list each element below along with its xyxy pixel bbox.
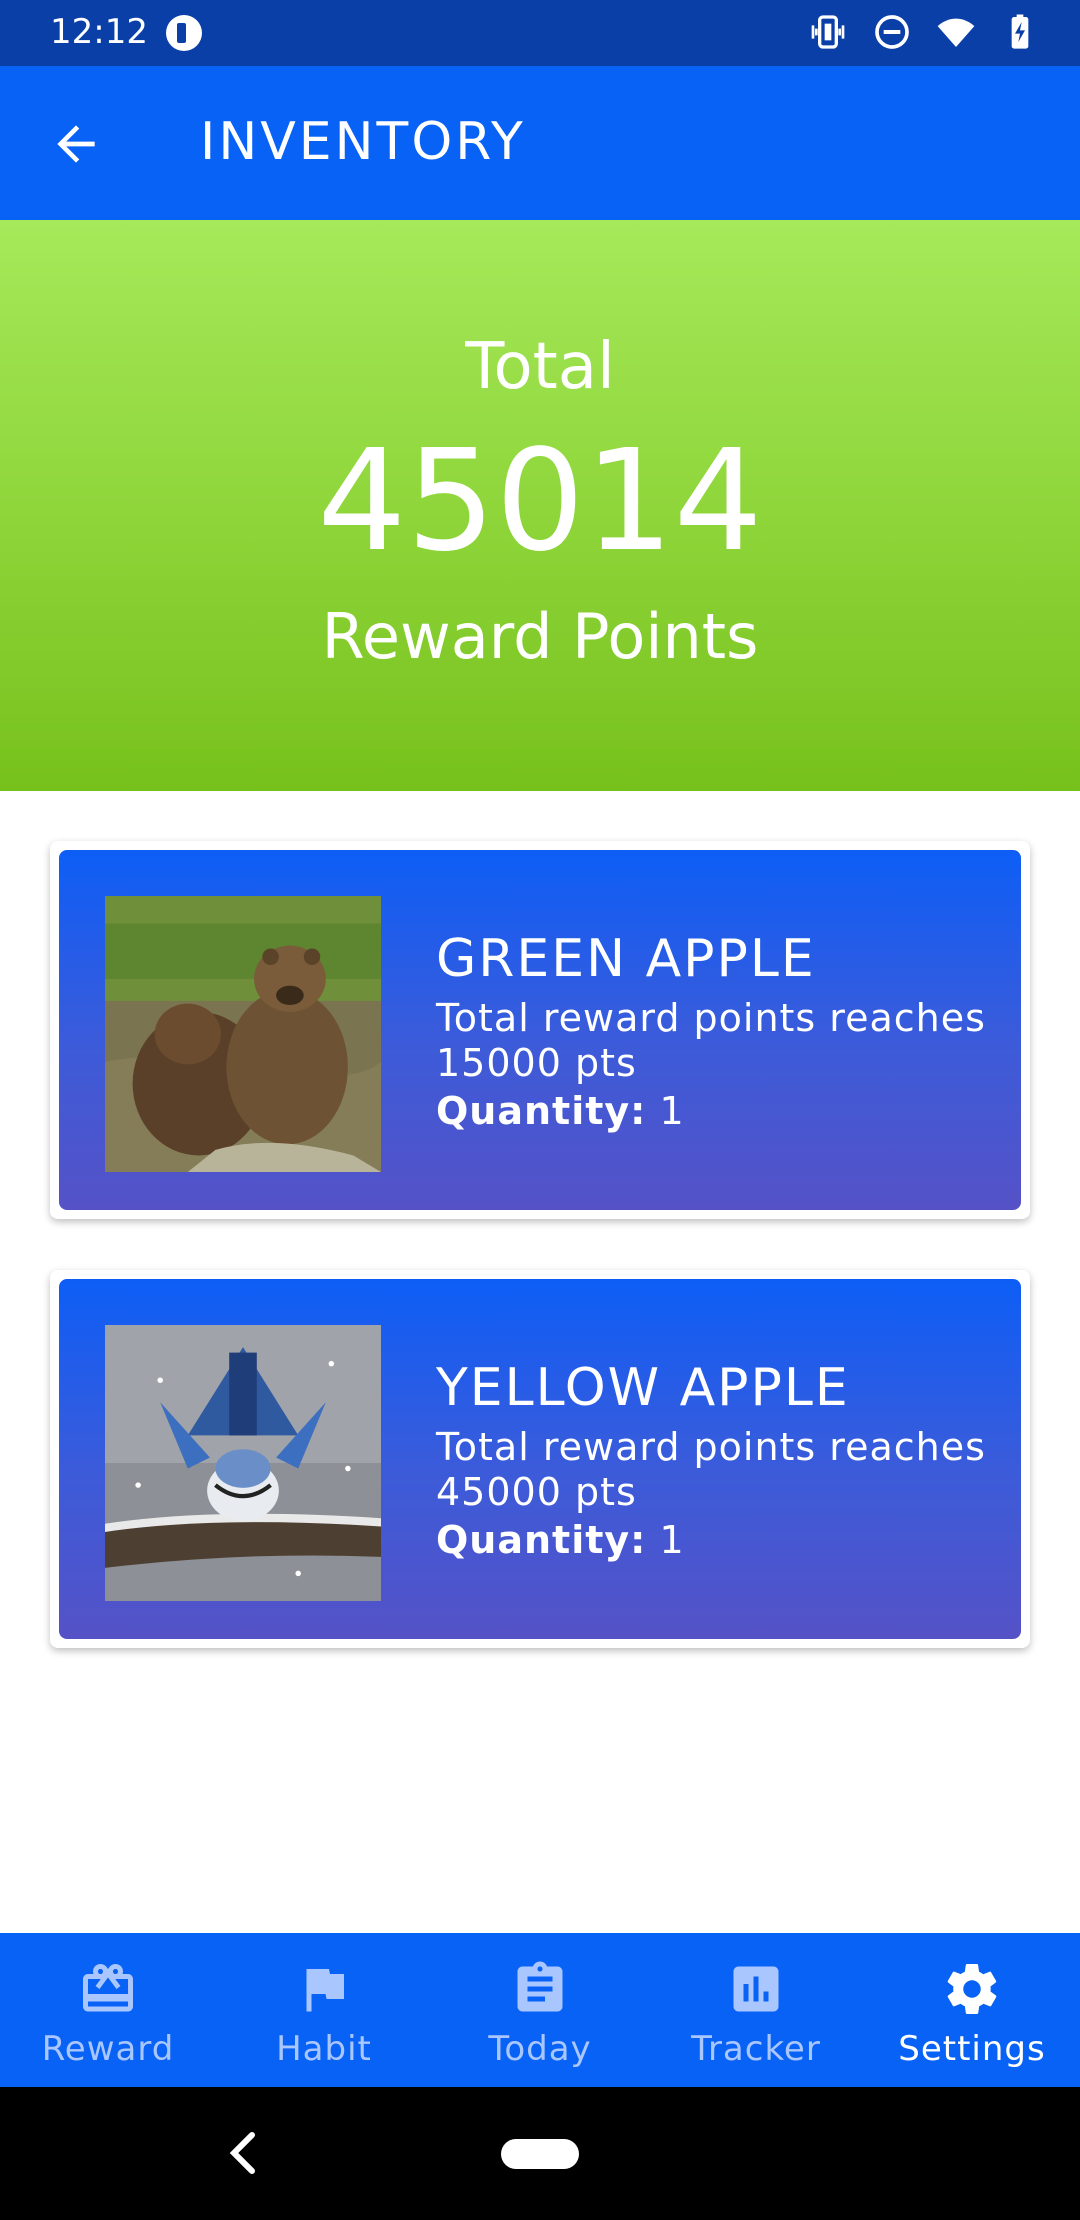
quantity-value: 1 <box>659 1089 685 1133</box>
battery-charging-icon <box>1011 14 1029 49</box>
do-not-disturb-icon <box>875 15 909 49</box>
inventory-card[interactable]: GREEN APPLE Total reward points reaches … <box>50 841 1030 1219</box>
nav-item-today[interactable]: Today <box>432 1933 648 2087</box>
system-back-icon[interactable] <box>224 2131 264 2175</box>
vibrate-icon <box>811 15 845 49</box>
item-image-blue-jay <box>105 1325 381 1601</box>
summary-bottom-label: Reward Points <box>321 600 759 673</box>
nav-label-reward: Reward <box>41 2029 175 2069</box>
arrow-back-icon[interactable] <box>48 116 104 172</box>
gift-card-icon <box>83 1964 133 2012</box>
system-home-pill[interactable] <box>501 2139 579 2169</box>
inventory-card-body: GREEN APPLE Total reward points reaches … <box>59 850 1021 1210</box>
nav-item-reward[interactable]: Reward <box>0 1933 216 2087</box>
item-quantity-row: Quantity: 1 <box>436 1515 1001 1565</box>
item-quantity-row: Quantity: 1 <box>436 1086 1001 1136</box>
item-description: Total reward points reaches 45000 pts <box>436 1425 986 1514</box>
quantity-value: 1 <box>659 1518 685 1562</box>
nav-item-habit[interactable]: Habit <box>216 1933 432 2087</box>
flag-icon <box>306 1969 344 2012</box>
bottom-navigation: Reward Habit Today Tracker Settings <box>0 1933 1080 2087</box>
quantity-label: Quantity: <box>436 1089 647 1133</box>
bar-chart-icon <box>733 1966 779 2012</box>
inventory-card[interactable]: YELLOW APPLE Total reward points reaches… <box>50 1270 1030 1648</box>
app-bar: INVENTORY <box>0 66 1080 220</box>
app-notification-icon <box>166 15 202 51</box>
nav-label-tracker: Tracker <box>691 2029 821 2069</box>
quantity-label: Quantity: <box>436 1518 647 1562</box>
summary-top-label: Total <box>465 330 615 404</box>
inventory-card-text: YELLOW APPLE Total reward points reaches… <box>436 1357 1001 1565</box>
summary-points-value: 45014 <box>317 420 763 583</box>
page-title: INVENTORY <box>200 112 526 172</box>
status-icons <box>808 12 1040 52</box>
nav-label-habit: Habit <box>276 2029 372 2069</box>
system-navigation-bar <box>0 2087 1080 2220</box>
clipboard-icon <box>517 1961 563 2012</box>
status-bar: 12:12 <box>0 0 1080 66</box>
nav-item-settings[interactable]: Settings <box>864 1933 1080 2087</box>
item-name: YELLOW APPLE <box>436 1358 850 1418</box>
nav-label-settings: Settings <box>898 2029 1046 2069</box>
wifi-icon <box>937 18 975 47</box>
points-summary: Total 45014 Reward Points <box>0 220 1080 791</box>
gear-icon <box>947 1964 997 2014</box>
item-image-bears <box>105 896 381 1172</box>
item-name: GREEN APPLE <box>436 929 816 989</box>
inventory-card-body: YELLOW APPLE Total reward points reaches… <box>59 1279 1021 1639</box>
inventory-card-text: GREEN APPLE Total reward points reaches … <box>436 928 1001 1136</box>
nav-item-tracker[interactable]: Tracker <box>648 1933 864 2087</box>
nav-label-today: Today <box>488 2029 592 2069</box>
status-time: 12:12 <box>50 12 148 52</box>
item-description: Total reward points reaches 15000 pts <box>436 996 986 1085</box>
